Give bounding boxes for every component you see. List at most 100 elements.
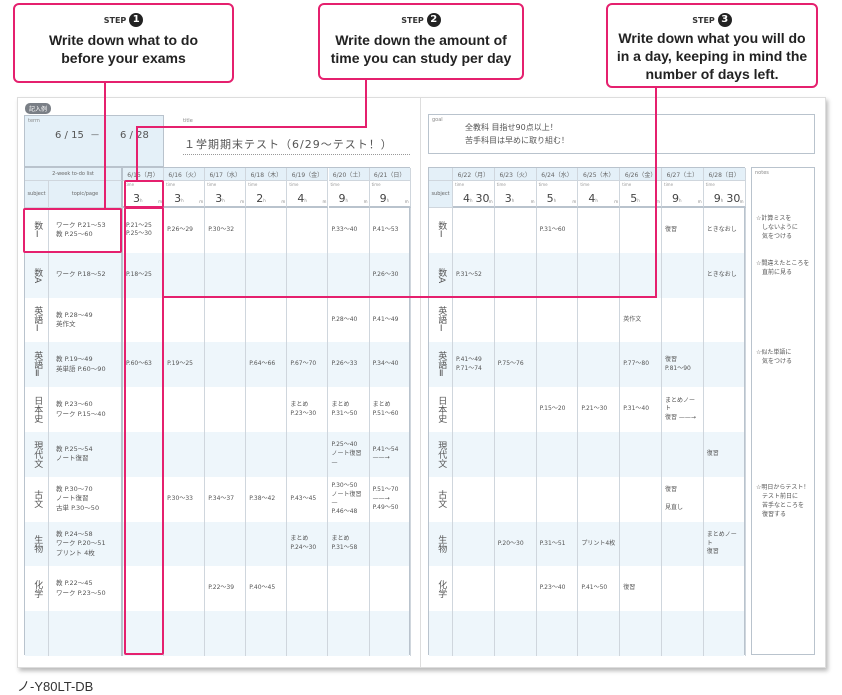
hours-value: 9 [672, 192, 679, 205]
day-task-cell: 復習 見直し [662, 476, 704, 522]
exam-title: １学期期末テスト（6/29～テスト！） [184, 138, 393, 151]
subject-header: subject [25, 181, 49, 208]
step1-highlight [23, 208, 122, 253]
day-task-cell: P.30～50 ノート復習— P.46～48 [329, 476, 370, 522]
subject-cell: 現代文 [25, 432, 49, 477]
day-task-cell [246, 208, 288, 253]
day-task-cell: P.40～45 [246, 566, 288, 612]
notes-box: notes ☆計算ミスを しないように 気をつける ☆間違えたところを 直前に見る… [751, 167, 815, 655]
day-task-cell: ときなおし [704, 252, 746, 298]
day-task-cell [578, 342, 621, 388]
day-task-cell [205, 432, 247, 477]
step1-number: 1 [129, 13, 144, 27]
time-value: 9h m [380, 192, 409, 205]
daily-time-cell: time 9h m [369, 181, 411, 208]
topic-cell: 教 P.23～60 ワーク P.15～40 [49, 387, 123, 432]
date-header: 6/20（土） [328, 168, 370, 181]
day-task-cell [164, 297, 206, 343]
hours-unit: h [553, 198, 557, 203]
day-task-cell: P.31～60 [537, 208, 579, 253]
day-task-cell [537, 611, 579, 656]
minutes-value: 30 [475, 192, 490, 205]
day-task-cell [287, 566, 329, 612]
day-task-cell [329, 611, 370, 656]
day-task-cell [287, 432, 329, 477]
hours-unit: h [637, 198, 640, 203]
daily-time-cell: time 9h 30 m [703, 181, 746, 208]
hours-value: 3 [504, 192, 512, 205]
date-header: 6/18（木） [246, 168, 288, 181]
minutes-unit: m [322, 199, 327, 204]
day-task-cell [453, 566, 495, 612]
day-task-cell [453, 521, 495, 567]
minutes-unit: m [739, 199, 744, 204]
day-task-cell [537, 342, 579, 388]
page-fold [420, 97, 421, 668]
time-value: 4h m [297, 192, 326, 205]
hours-unit: h [679, 198, 682, 203]
minutes-unit: m [281, 199, 286, 204]
day-task-cell [453, 611, 495, 656]
time-label: time [248, 182, 258, 187]
day-task-cell: P.21～30 [578, 387, 621, 432]
day-task-cell [205, 521, 247, 567]
hours-unit: h [263, 198, 266, 203]
day-task-cell [704, 342, 746, 388]
day-task-cell: まとめ P.23～30 [287, 387, 329, 432]
step3-callout: STEP 3 Write down what you will do in a d… [606, 3, 818, 88]
day-task-cell [662, 432, 704, 477]
day-task-cell [662, 252, 704, 298]
topic-header: topic/page [49, 181, 123, 208]
hours-unit: h [720, 198, 724, 203]
step3-connector-v [655, 88, 657, 298]
subject-cell: 化学 [429, 566, 453, 612]
daily-time-cell: time 9h m [662, 181, 704, 208]
time-label: time [166, 182, 176, 187]
day-task-cell [578, 432, 621, 477]
term-label: term [28, 118, 40, 124]
daily-time-cell: time 4h m [578, 181, 621, 208]
day-task-cell: P.15～20 [537, 387, 579, 432]
day-task-cell [704, 297, 746, 343]
day-task-cell [370, 566, 411, 612]
day-task-cell [453, 387, 495, 432]
day-task-cell [164, 566, 206, 612]
day-task-cell [704, 387, 746, 432]
minutes-unit: m [363, 199, 368, 204]
right-schedule-table: 数Ⅰ P.31～60 復習 ときなおし 数A P.31～52 ときなおし 英語Ⅰ 英作文 英語Ⅱ P… [428, 167, 746, 656]
day-task-cell [495, 611, 537, 656]
time-value: 4h 30 m [463, 192, 493, 205]
topic-cell: 教 P.30～70 ノート復習 古単 P.30～50 [49, 476, 123, 522]
hours-unit: h [345, 198, 349, 203]
hours-value: 5 [546, 192, 554, 205]
time-label: time [580, 182, 590, 187]
day-task-cell: P.31～40 [620, 387, 662, 432]
hours-unit: h [595, 198, 598, 203]
day-task-cell: P.33～40 [329, 208, 370, 253]
day-task-cell [246, 432, 288, 477]
day-task-cell: P.75～76 [495, 342, 537, 388]
topic-cell: 教 P.25～54 ノート復習 [49, 432, 123, 477]
day-task-cell [620, 521, 662, 567]
day-task-cell: 復習 P.81～90 [662, 342, 704, 388]
subject-cell: 英語Ⅱ [429, 342, 453, 388]
step2-label: STEP [401, 15, 424, 25]
day-task-cell: P.26～33 [329, 342, 370, 388]
date-header: 6/21（日） [369, 168, 411, 181]
day-task-cell [164, 387, 206, 432]
day-task-cell: P.41～49 P.71～74 [453, 342, 495, 388]
title-label: title [183, 118, 193, 124]
term-separator: — [91, 130, 99, 139]
day-task-cell: P.67～70 [287, 342, 329, 388]
day-task-cell: P.77～80 [620, 342, 662, 388]
date-header: 6/19（金） [287, 168, 329, 181]
daily-time-cell: time 3h m [494, 181, 537, 208]
day-task-cell [537, 432, 579, 477]
day-task-cell: P.19～25 [164, 342, 206, 388]
day-task-cell [287, 297, 329, 343]
step3-number: 3 [717, 13, 732, 27]
step1-callout: STEP 1 Write down what to do before your … [13, 3, 234, 83]
day-task-cell: プリント4枚 [578, 521, 621, 567]
day-task-cell [537, 476, 579, 522]
date-header: 6/22（月） [453, 168, 495, 181]
